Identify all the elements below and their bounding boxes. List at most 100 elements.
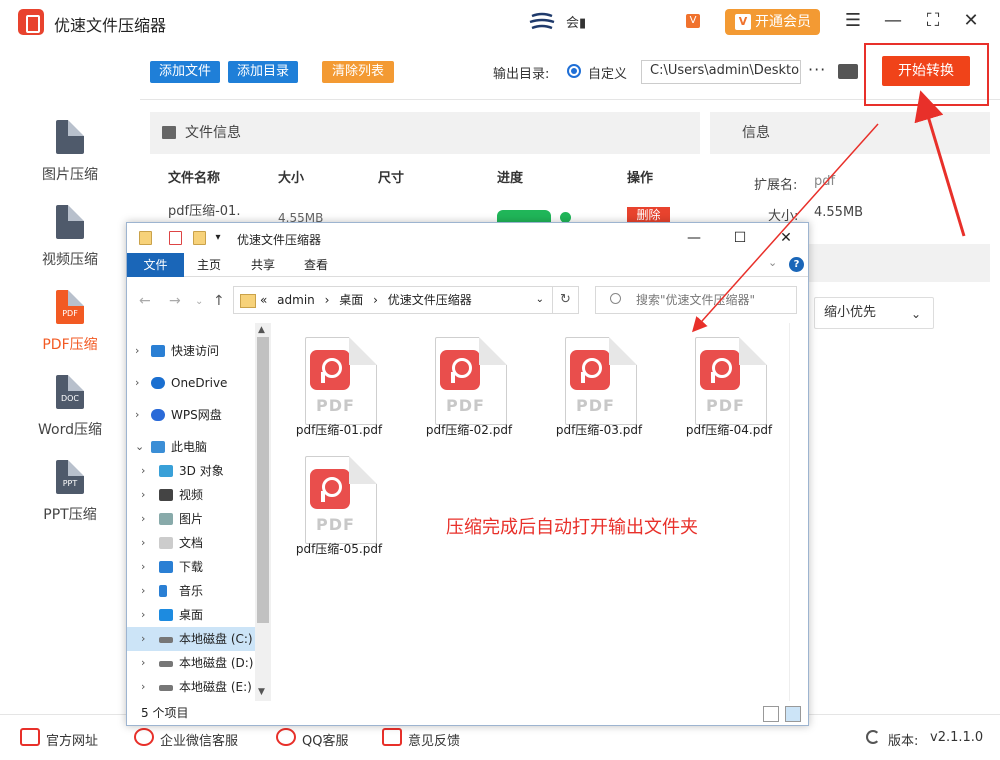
user-name[interactable]: 会▮: [566, 12, 586, 31]
nav-item-video[interactable]: › 视频: [127, 483, 257, 507]
breadcrumb-item-desktop[interactable]: 桌面: [339, 293, 363, 307]
nav-item-drive-e[interactable]: › 本地磁盘 (E:): [127, 675, 257, 699]
file-tile[interactable]: PDF pdf压缩-03.pdf: [539, 323, 659, 439]
size-value: 4.55MB: [814, 205, 864, 220]
sidebar-item-video[interactable]: 视频压缩: [0, 205, 140, 285]
website-link[interactable]: 官方网址: [20, 728, 98, 749]
custom-radio-label[interactable]: 自定义: [588, 63, 627, 82]
ribbon-tab-view[interactable]: 查看: [291, 253, 341, 277]
view-toggle[interactable]: [763, 706, 803, 722]
qq-label: QQ客服: [302, 734, 349, 749]
vip-icon: V: [735, 14, 751, 30]
back-icon[interactable]: ←: [139, 293, 151, 309]
chevron-right-icon[interactable]: ›: [141, 675, 145, 699]
folder-icon[interactable]: [838, 64, 858, 79]
chevron-right-icon[interactable]: ›: [135, 339, 139, 363]
scroll-down-icon[interactable]: ▼: [258, 687, 265, 697]
file-tile[interactable]: PDF pdf压缩-04.pdf: [669, 323, 789, 439]
app-logo-icon: [18, 9, 44, 35]
sidebar-item-ppt[interactable]: PPT PPT压缩: [0, 460, 140, 540]
forward-icon[interactable]: →: [169, 293, 181, 309]
nav-scroll-thumb[interactable]: [257, 337, 269, 623]
chevron-right-icon[interactable]: ›: [141, 531, 145, 555]
refresh-button[interactable]: ↻: [553, 286, 579, 314]
chevron-down-icon[interactable]: ⌄: [135, 435, 144, 459]
properties-icon[interactable]: [169, 231, 182, 245]
file-info-header: 文件信息: [150, 112, 700, 154]
file-tile[interactable]: PDF pdf压缩-05.pdf: [279, 442, 399, 558]
settings-band: [809, 244, 990, 282]
add-file-button[interactable]: 添加文件: [150, 61, 220, 83]
chevron-right-icon[interactable]: ›: [141, 459, 145, 483]
explorer-status: 5 个项目: [141, 706, 189, 720]
chevron-down-icon[interactable]: ⌄: [768, 256, 777, 269]
nav-item-music[interactable]: › 音乐: [127, 579, 257, 603]
nav-item-pictures[interactable]: › 图片: [127, 507, 257, 531]
sidebar-item-word[interactable]: DOC Word压缩: [0, 375, 140, 455]
close-button[interactable]: ✕: [958, 8, 984, 34]
feedback-link[interactable]: 意见反馈: [382, 728, 460, 749]
explorer-minimize-button[interactable]: —: [679, 227, 709, 249]
nav-item-onedrive[interactable]: › OneDrive: [127, 371, 257, 395]
scroll-up-icon[interactable]: ▲: [258, 325, 265, 335]
content-scrollbar[interactable]: [789, 323, 807, 701]
menu-icon[interactable]: ☰: [840, 8, 866, 34]
chevron-right-icon[interactable]: ›: [141, 555, 145, 579]
ribbon-tab-file[interactable]: 文件: [127, 253, 184, 277]
quick-access-dropdown-icon[interactable]: ▾: [211, 227, 225, 249]
breadcrumb[interactable]: « admin › 桌面 › 优速文件压缩器 ⌄: [233, 286, 553, 314]
large-icons-view-icon[interactable]: [785, 706, 801, 722]
sidebar-item-pdf[interactable]: PDF PDF压缩: [0, 290, 140, 370]
explorer-maximize-button[interactable]: ☐: [725, 227, 755, 249]
explorer-close-button[interactable]: ✕: [771, 227, 801, 249]
ribbon-tab-home[interactable]: 主页: [184, 253, 234, 277]
more-icon[interactable]: ···: [808, 60, 826, 79]
nav-item-desktop[interactable]: › 桌面: [127, 603, 257, 627]
breadcrumb-item-folder[interactable]: 优速文件压缩器: [388, 293, 472, 307]
maximize-button[interactable]: ⛶: [920, 8, 946, 34]
minimize-button[interactable]: —: [880, 8, 906, 34]
nav-item-this-pc[interactable]: ⌄ 此电脑: [127, 435, 257, 459]
chevron-right-icon[interactable]: ›: [141, 651, 145, 675]
drive-icon: [159, 685, 173, 691]
add-dir-button[interactable]: 添加目录: [228, 61, 298, 83]
nav-item-wps[interactable]: › WPS网盘: [127, 403, 257, 427]
chevron-right-icon[interactable]: ›: [141, 603, 145, 627]
col-dimension: 尺寸: [378, 171, 405, 186]
help-icon[interactable]: ?: [789, 257, 804, 272]
chevron-down-icon[interactable]: ⌄: [536, 287, 544, 313]
details-view-icon[interactable]: [763, 706, 779, 722]
search-input[interactable]: 搜索"优速文件压缩器": [595, 286, 797, 314]
chevron-right-icon[interactable]: ›: [141, 507, 145, 531]
custom-radio[interactable]: [567, 64, 581, 78]
file-tile[interactable]: PDF pdf压缩-02.pdf: [409, 323, 529, 439]
new-folder-icon[interactable]: [193, 231, 206, 245]
sidebar-item-image[interactable]: 图片压缩: [0, 120, 140, 200]
nav-item-3d[interactable]: › 3D 对象: [127, 459, 257, 483]
compress-mode-select[interactable]: 缩小优先 ⌄: [814, 297, 934, 329]
nav-item-documents[interactable]: › 文档: [127, 531, 257, 555]
nav-item-drive-d[interactable]: › 本地磁盘 (D:): [127, 651, 257, 675]
chevron-right-icon[interactable]: ›: [141, 627, 145, 651]
ribbon-tab-share[interactable]: 共享: [238, 253, 288, 277]
nav-item-drive-c[interactable]: › 本地磁盘 (C:): [127, 627, 257, 651]
breadcrumb-item-admin[interactable]: admin: [277, 293, 315, 307]
up-icon[interactable]: ↑: [213, 293, 225, 309]
chevron-right-icon[interactable]: ›: [141, 579, 145, 603]
chevron-right-icon[interactable]: ›: [141, 483, 145, 507]
wechat-service-link[interactable]: 企业微信客服: [134, 728, 238, 749]
vip-button[interactable]: V 开通会员: [725, 9, 820, 35]
output-path-input[interactable]: C:\Users\admin\Desktop: [641, 60, 801, 84]
sidebar-item-label: PDF压缩: [42, 337, 98, 353]
file-tile[interactable]: PDF pdf压缩-01.pdf: [279, 323, 399, 439]
nav-item-quick-access[interactable]: › 快速访问: [127, 339, 257, 363]
nav-scrollbar[interactable]: ▲ ▼: [255, 323, 271, 701]
col-name: 文件名称: [168, 171, 221, 186]
chevron-right-icon[interactable]: ›: [135, 371, 139, 395]
chevron-right-icon[interactable]: ›: [135, 403, 139, 427]
nav-item-downloads[interactable]: › 下载: [127, 555, 257, 579]
recent-dropdown-icon[interactable]: ⌄: [195, 296, 203, 307]
delete-button[interactable]: 删除: [627, 207, 670, 223]
clear-list-button[interactable]: 清除列表: [322, 61, 394, 83]
qq-service-link[interactable]: QQ客服: [276, 728, 349, 749]
